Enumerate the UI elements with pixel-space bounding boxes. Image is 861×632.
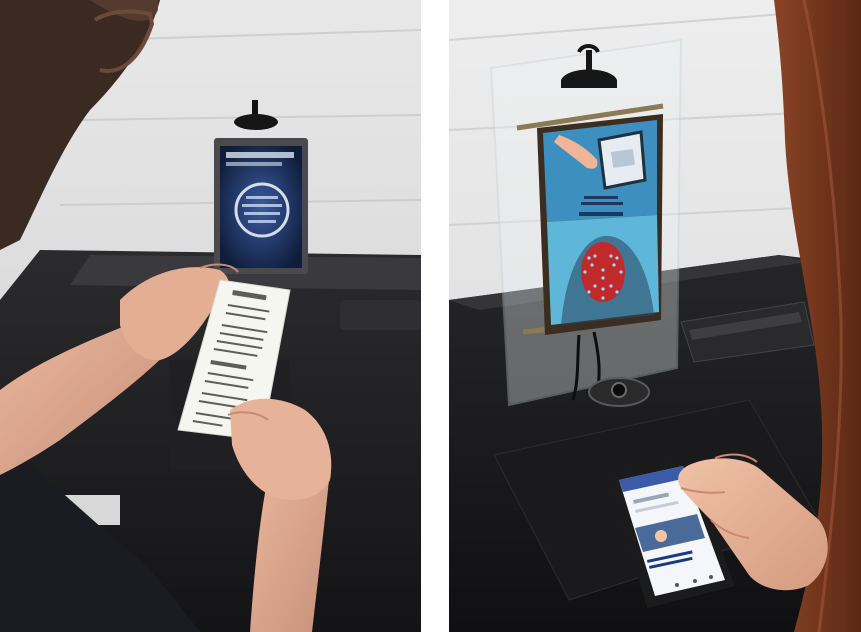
left-photo — [0, 0, 421, 632]
right-photo — [449, 0, 861, 632]
screen-header-bar — [226, 152, 294, 158]
lamp-head — [234, 114, 278, 130]
screen-subheader-bar — [226, 162, 282, 166]
photo-diptych — [0, 0, 861, 632]
printer-box — [340, 300, 421, 330]
screen-face — [581, 242, 625, 302]
webcam-lens — [611, 382, 627, 398]
lamp-stem — [586, 50, 592, 72]
right-photo-scene — [449, 0, 861, 632]
left-photo-scene — [0, 0, 421, 632]
